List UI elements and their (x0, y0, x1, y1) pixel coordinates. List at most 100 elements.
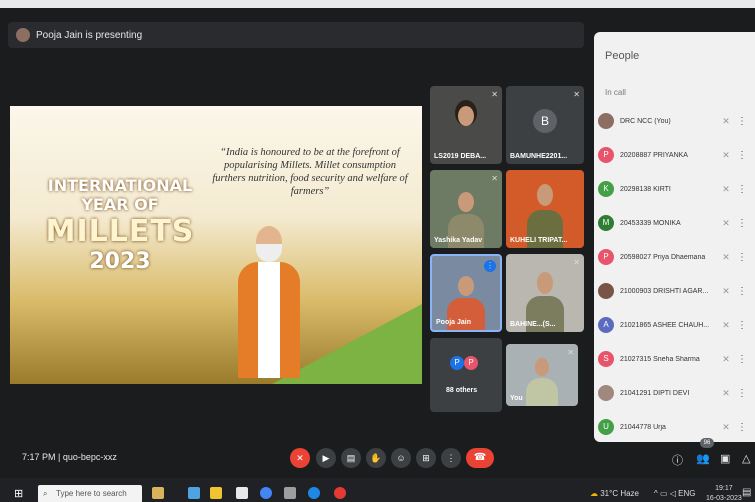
more-options-icon[interactable]: ⋮ (736, 218, 748, 229)
mic-off-icon: ✕ (567, 348, 574, 357)
participant-avatar: M (598, 215, 614, 231)
others-avatar-2: P (464, 356, 478, 370)
others-tile[interactable]: P P 88 others (430, 338, 502, 412)
participant-name: KUHELI TRIPAT... (510, 237, 568, 244)
more-options-icon[interactable]: ⋮ (736, 184, 748, 195)
mic-off-icon: ✕ (722, 149, 730, 160)
participant-tile[interactable]: ✕ Yashika Yadav (430, 170, 502, 248)
participant-row[interactable]: P 20598027 Priya Dhaemana ✕ ⋮ (594, 242, 755, 272)
participant-row[interactable]: P 20208887 PRIYANKA ✕ ⋮ (594, 140, 755, 170)
mic-off-icon: ✕ (722, 285, 730, 296)
participant-avatar: U (598, 419, 614, 435)
participant-name: Pooja Jain (436, 319, 472, 326)
reactions-button[interactable]: ☺ (391, 448, 411, 468)
participant-row[interactable]: 21000903 DRISHTI AGAR... ✕ ⋮ (594, 276, 755, 306)
logo-line-3: 2023 (89, 249, 151, 274)
mic-toggle-button[interactable]: ✕ (290, 448, 310, 468)
participant-row-name: 21041291 DIPTI DEVI (620, 389, 690, 397)
mic-off-icon: ✕ (491, 90, 498, 99)
participant-row[interactable]: DRC NCC (You) ✕ ⋮ (594, 106, 755, 136)
participant-row-name: 20298138 KIRTI (620, 185, 671, 193)
participant-tile[interactable]: ✕ LS2019 DEBA... (430, 86, 502, 164)
participant-avatar: P (598, 147, 614, 163)
weather-text: 31°C Haze (600, 489, 640, 498)
windows-taskbar: ⊞ ⌕ Type here to search ☁ 31°C Haze ^ ▭ … (0, 478, 755, 502)
people-icon[interactable]: 👥 (696, 452, 710, 465)
meeting-code: quo-bepc-xxz (62, 452, 117, 462)
file-explorer-icon[interactable] (210, 487, 222, 499)
participant-avatar: S (598, 351, 614, 367)
app-icon[interactable] (284, 487, 296, 499)
participant-tile[interactable]: ✕ BAHINE...(S... (506, 254, 584, 332)
present-button[interactable]: ⊞ (416, 448, 436, 468)
mic-off-icon: ✕ (491, 174, 498, 183)
mic-off-icon: ✕ (722, 421, 730, 432)
participant-row-name: 21000903 DRISHTI AGAR... (620, 287, 709, 295)
raise-hand-button[interactable]: ✋ (366, 448, 386, 468)
task-view-icon[interactable] (188, 487, 200, 499)
participant-face (535, 358, 549, 376)
windows-start-icon[interactable]: ⊞ (14, 487, 23, 500)
people-panel: People In call DRC NCC (You) ✕ ⋮ P 20208887 … (594, 32, 755, 442)
notifications-icon[interactable]: ▤ (742, 487, 751, 498)
participant-face (458, 276, 474, 296)
edge-icon[interactable] (308, 487, 320, 499)
captions-button[interactable]: ▤ (341, 448, 361, 468)
participant-name: LS2019 DEBA... (434, 153, 487, 160)
more-options-icon[interactable]: ⋮ (736, 116, 748, 127)
more-options-icon[interactable]: ⋮ (736, 252, 748, 263)
participant-avatar: P (598, 249, 614, 265)
word-icon[interactable] (236, 487, 248, 499)
participant-row-name: 21021865 ASHEE CHAUH... (620, 321, 710, 329)
mic-off-icon: ✕ (573, 90, 580, 99)
participant-name: BAHINE...(S... (510, 321, 556, 328)
meeting-details-icon[interactable]: ⓘ (672, 452, 683, 468)
more-options-icon[interactable]: ⋮ (736, 388, 748, 399)
leave-call-button[interactable]: ☎ (466, 448, 494, 468)
taskbar-clock[interactable]: 19:17 16-03-2023 (706, 484, 742, 502)
participant-face (537, 272, 553, 294)
participant-row-name: 20208887 PRIYANKA (620, 151, 688, 159)
activities-icon[interactable]: △ (742, 452, 750, 465)
more-options-button[interactable]: ⋮ (441, 448, 461, 468)
clock-date: 16-03-2023 (706, 495, 742, 502)
mic-off-icon: ✕ (722, 387, 730, 398)
more-options-icon[interactable]: ⋮ (736, 150, 748, 161)
logo-line-2: MILLETS (45, 214, 195, 249)
others-count: 88 others (446, 387, 478, 394)
weather-widget[interactable]: ☁ 31°C Haze (590, 489, 639, 498)
portrait-shirt (258, 262, 280, 378)
camera-toggle-button[interactable]: ▶ (316, 448, 336, 468)
more-options-icon[interactable]: ⋮ (736, 320, 748, 331)
participant-tile[interactable]: B ✕ BAMUNHE2201... (506, 86, 584, 164)
meeting-time: 7:17 PM (22, 452, 56, 462)
chrome-icon[interactable] (260, 487, 272, 499)
participant-row[interactable]: 21041291 DIPTI DEVI ✕ ⋮ (594, 378, 755, 408)
chat-icon[interactable]: ▣ (720, 452, 730, 465)
chrome-active-icon[interactable] (334, 487, 346, 499)
clock-time: 19:17 (715, 485, 733, 492)
participant-row[interactable]: K 20298138 KIRTI ✕ ⋮ (594, 174, 755, 204)
taskbar-search-input[interactable]: ⌕ Type here to search (38, 485, 142, 502)
more-options-icon[interactable]: ⋮ (736, 354, 748, 365)
participant-row[interactable]: S 21027315 Sneha Sharma ✕ ⋮ (594, 344, 755, 374)
participant-tile-speaking[interactable]: ⋮ Pooja Jain (430, 254, 502, 332)
more-options-icon[interactable]: ⋮ (736, 286, 748, 297)
participant-body (526, 378, 558, 406)
presenter-banner-text: Pooja Jain is presenting (36, 29, 143, 41)
participant-row[interactable]: A 21021865 ASHEE CHAUH... ✕ ⋮ (594, 310, 755, 340)
participant-row-name: 20598027 Priya Dhaemana (620, 253, 706, 261)
participant-tile[interactable]: KUHELI TRIPAT... (506, 170, 584, 248)
self-view-tile[interactable]: ✕ You (506, 344, 578, 406)
more-options-icon[interactable]: ⋮ (736, 422, 748, 433)
participant-row-name: 21044778 Urja (620, 423, 666, 431)
speaking-icon: ⋮ (484, 260, 496, 272)
system-tray[interactable]: ^ ▭ ◁ ENG (654, 489, 696, 498)
participant-name: You (510, 395, 523, 402)
cortana-icon[interactable] (152, 487, 164, 499)
meet-screen: Pooja Jain is presenting “India is honou… (0, 8, 755, 502)
portrait-beard (256, 244, 282, 262)
participant-row[interactable]: M 20453339 MONIKA ✕ ⋮ (594, 208, 755, 238)
mic-off-icon: ✕ (722, 115, 730, 126)
participant-initial: B (533, 109, 557, 134)
